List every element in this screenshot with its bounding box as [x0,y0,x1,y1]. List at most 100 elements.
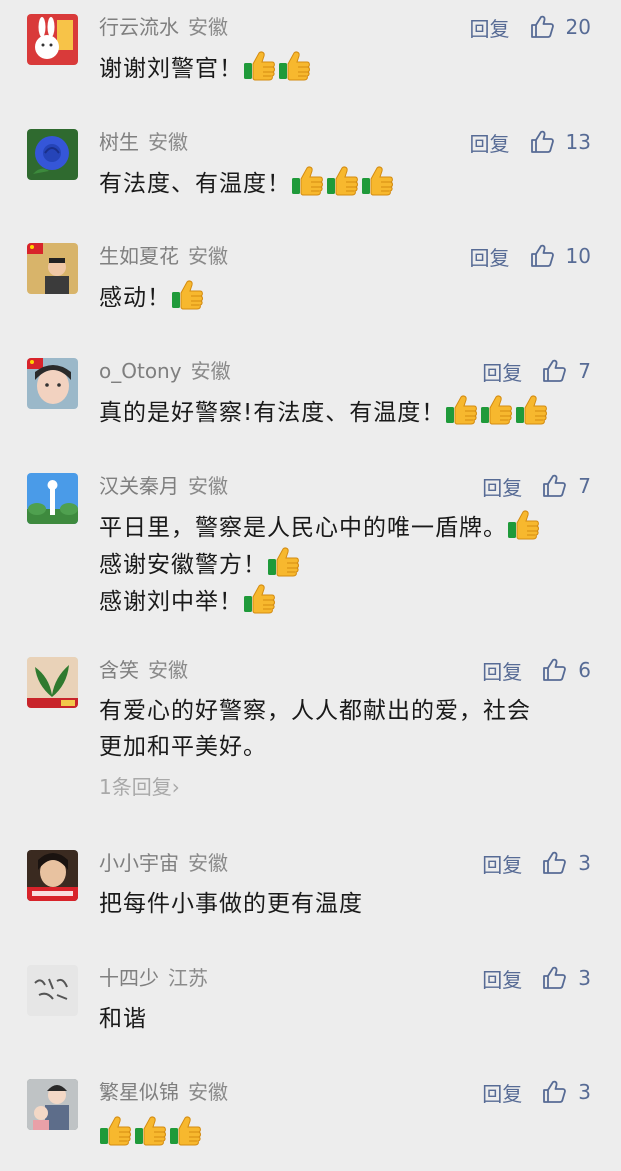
reply-button[interactable]: 回复 [470,242,510,271]
reply-button[interactable]: 回复 [470,128,510,157]
avatar[interactable] [27,850,78,901]
nickname[interactable]: 生如夏花 [99,244,179,268]
location: 安徽 [188,244,228,268]
comment-actions: 回复 13 [470,127,591,157]
like-button[interactable]: 10 [530,244,591,268]
comment-list: 行云流水 安徽 回复 20 谢谢刘警官！ 树生 安徽 回复 13 有法度、有温度！ 生如夏花 安徽 回复… [0,0,621,1171]
thumbs-up-emoji-icon [243,50,276,81]
like-count: 20 [565,15,591,39]
comment-text: 谢谢刘警官！ [99,50,589,87]
comment-text: 有法度、有温度！ [99,165,589,202]
like-button[interactable]: 20 [530,15,591,39]
like-button[interactable]: 3 [542,851,591,875]
thumbs-up-emoji-icon [326,165,359,196]
location: 安徽 [148,130,188,154]
avatar[interactable] [27,358,78,409]
thumbs-up-icon [542,851,567,875]
reply-button[interactable]: 回复 [482,964,522,993]
comment-actions: 回复 3 [482,1077,591,1107]
thumbs-up-emoji-icon [291,165,324,196]
thumbs-up-emoji-icon [515,394,548,425]
thumbs-up-emoji-icon [99,1115,132,1146]
comment-line: 有爱心的好警察，人人都献出的爱，社会 [99,693,589,729]
comment-line: 更加和平美好。 [99,729,589,765]
comment-meta: 繁星似锦 安徽 [99,1077,228,1107]
thumbs-up-emoji-icon [267,546,300,577]
nickname[interactable]: 小小宇宙 [99,851,179,875]
like-button[interactable]: 3 [542,1080,591,1104]
thumbs-up-emoji-icon [169,1115,202,1146]
thumbs-up-icon [542,658,567,682]
thumbs-up-icon [530,244,554,268]
reply-button[interactable]: 回复 [482,849,522,878]
view-replies-link[interactable]: 1条回复› [99,771,180,800]
thumbs-up-icon [542,1080,567,1104]
location: 安徽 [188,15,228,39]
reply-button[interactable]: 回复 [482,357,522,386]
nickname[interactable]: 含笑 [99,658,139,682]
avatar[interactable] [27,657,78,708]
like-count: 7 [578,474,591,498]
like-button[interactable]: 7 [542,359,591,383]
comment-line: 把每件小事做的更有温度 [99,886,589,922]
comment-meta: 行云流水 安徽 [99,12,228,42]
thumbs-up-emoji-icon [507,509,540,540]
reply-button[interactable]: 回复 [482,656,522,685]
location: 江苏 [168,966,208,990]
nickname[interactable]: o_Otony [99,359,182,383]
comment-line-text: 感谢安徽警方！ [99,552,267,578]
reply-button[interactable]: 回复 [482,472,522,501]
nickname[interactable]: 繁星似锦 [99,1080,179,1104]
like-count: 3 [578,851,591,875]
thumbs-up-icon [542,474,567,498]
nickname[interactable]: 行云流水 [99,15,179,39]
thumbs-up-icon [530,15,554,39]
thumbs-up-emoji-icon [445,394,478,425]
comment-text: 和谐 [99,1001,589,1037]
like-button[interactable]: 13 [530,130,591,154]
comment-actions: 回复 3 [482,963,591,993]
chevron-right-icon: › [171,775,180,799]
comment-meta: 十四少 江苏 [99,963,208,993]
location: 安徽 [188,1080,228,1104]
comment-line-text: 谢谢刘警官！ [99,56,243,82]
avatar[interactable] [27,1079,78,1130]
comment-line-text: 感谢刘中举！ [99,589,243,615]
comment-line-text: 和谐 [99,1006,147,1032]
comment-line-text: 把每件小事做的更有温度 [99,891,363,917]
like-count: 3 [578,966,591,990]
nickname[interactable]: 汉关秦月 [99,474,179,498]
reply-button[interactable]: 回复 [470,13,510,42]
like-count: 7 [578,359,591,383]
avatar[interactable] [27,243,78,294]
comment-text: 真的是好警察!有法度、有温度！ [99,394,589,431]
avatar[interactable] [27,129,78,180]
reply-count-text: 1条回复 [99,775,172,799]
comment-line-text: 感动！ [99,285,171,311]
avatar[interactable] [27,473,78,524]
comment-text: 感动！ [99,279,589,316]
location: 安徽 [188,474,228,498]
reply-button[interactable]: 回复 [482,1078,522,1107]
comment-line: 有法度、有温度！ [99,165,589,202]
nickname[interactable]: 十四少 [99,966,159,990]
nickname[interactable]: 树生 [99,130,139,154]
comment-meta: o_Otony 安徽 [99,356,231,386]
avatar[interactable] [27,14,78,65]
thumbs-up-emoji-icon [171,279,204,310]
like-count: 13 [565,130,591,154]
comment-meta: 树生 安徽 [99,127,188,157]
comment-line: 真的是好警察!有法度、有温度！ [99,394,589,431]
like-button[interactable]: 3 [542,966,591,990]
location: 安徽 [190,359,231,383]
comment-line: 感谢刘中举！ [99,583,589,620]
comment-line [99,1115,589,1152]
comment-meta: 小小宇宙 安徽 [99,848,228,878]
comment-text: 把每件小事做的更有温度 [99,886,589,922]
avatar[interactable] [27,965,78,1016]
like-button[interactable]: 7 [542,474,591,498]
comment-line-text: 更加和平美好。 [99,734,267,760]
like-button[interactable]: 6 [542,658,591,682]
comment-text [99,1115,589,1152]
comment-text: 平日里，警察是人民心中的唯一盾牌。 感谢安徽警方！ 感谢刘中举！ [99,509,589,620]
